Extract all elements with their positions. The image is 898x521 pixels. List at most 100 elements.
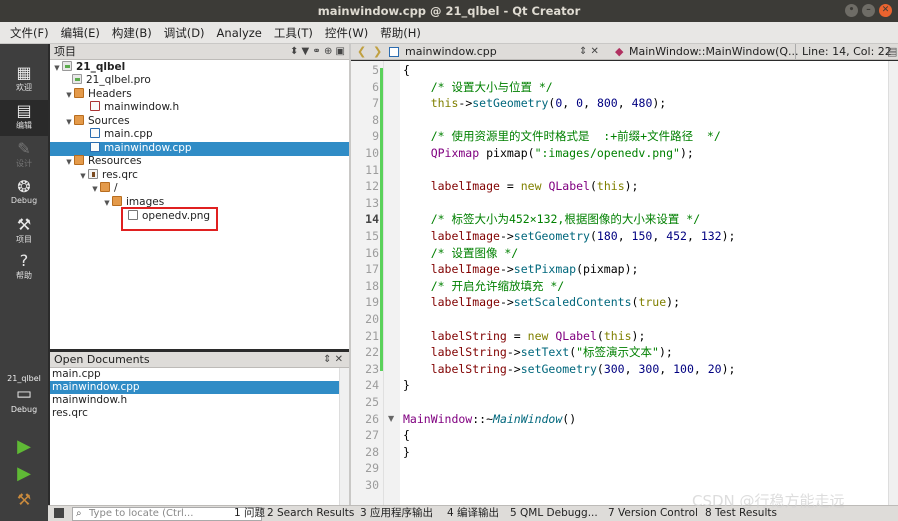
kit-selector[interactable]: 21_qlbel ▭ Debug <box>0 374 48 414</box>
tree-item-root-prefix[interactable]: ▼ / <box>50 182 349 196</box>
debug-run-icon[interactable]: ▶ <box>14 464 34 484</box>
code-token: new <box>527 328 549 343</box>
back-arrow-icon[interactable]: ❮ <box>357 44 366 59</box>
menu-widgets[interactable]: 控件(W) <box>319 22 374 44</box>
menu-help[interactable]: 帮助(H) <box>374 22 427 44</box>
output-tab-compile-output[interactable]: 4 编译输出 <box>447 506 499 521</box>
help-icon: ? <box>19 251 29 270</box>
tree-item-mainwindow-h[interactable]: mainwindow.h <box>50 101 349 115</box>
code-editor[interactable]: { /* 设置大小与位置 */ this->setGeometry(0, 0, … <box>400 61 888 505</box>
code-token: ); <box>666 295 680 310</box>
forward-arrow-icon[interactable]: ❯ <box>373 44 382 59</box>
code-token: 300 <box>638 361 660 376</box>
document-controls[interactable]: ⇕ ✕ <box>579 44 599 59</box>
expand-arrow-icon[interactable]: ▼ <box>102 197 112 211</box>
folder-icon <box>112 196 122 206</box>
menu-analyze[interactable]: Analyze <box>211 22 268 44</box>
code-token: } <box>403 444 410 459</box>
open-doc-item[interactable]: main.cpp <box>50 368 339 381</box>
monitor-icon: ▭ <box>15 384 33 404</box>
code-token: labelImage <box>403 262 500 277</box>
folder-icon <box>100 182 110 192</box>
run-icon[interactable]: ▶ <box>14 437 34 457</box>
tree-item-main-cpp[interactable]: main.cpp <box>50 128 349 142</box>
menu-tools[interactable]: 工具(T) <box>268 22 319 44</box>
code-token: , <box>652 229 667 243</box>
code-token: ); <box>652 96 667 111</box>
code-line: /* 设置图像 */ <box>403 245 519 262</box>
expand-arrow-icon[interactable]: ▼ <box>64 156 74 170</box>
open-documents-controls[interactable]: ⇕ ✕ <box>323 352 343 368</box>
editor-scrollbar[interactable] <box>888 61 898 505</box>
code-token: ( <box>589 179 597 194</box>
build-hammer-icon[interactable]: ⚒ <box>14 490 34 510</box>
output-tab-version-control[interactable]: 7 Version Control <box>608 506 698 521</box>
code-token: QLabel <box>555 328 597 343</box>
bug-icon: ❂ <box>17 177 31 196</box>
code-token: -> <box>506 345 521 360</box>
line-number: 26 <box>365 411 379 426</box>
menu-build[interactable]: 构建(B) <box>106 22 158 44</box>
tree-item-res-qrc[interactable]: ▼ res.qrc <box>50 169 349 183</box>
open-documents-scrollbar[interactable] <box>339 368 349 505</box>
line-number: 20 <box>365 312 379 326</box>
mode-label: 设计 <box>16 159 32 168</box>
tree-item-resources[interactable]: ▼ Resources <box>50 155 349 169</box>
expand-arrow-icon[interactable]: ▼ <box>90 183 100 197</box>
projects-pane-controls[interactable]: ⬍ ▼ ⚭ ⊕ ▣ <box>290 44 345 60</box>
tree-item-sources[interactable]: ▼ Sources <box>50 115 349 129</box>
document-selector[interactable]: mainwindow.cpp <box>405 44 497 59</box>
tree-item-project[interactable]: ▼ 21_qlbel <box>50 61 349 75</box>
code-token: ); <box>679 146 694 160</box>
open-doc-item[interactable]: mainwindow.h <box>50 394 339 407</box>
cursor-position[interactable]: Line: 14, Col: 22 <box>802 44 892 59</box>
mode-debug[interactable]: ❂ Debug <box>0 178 48 210</box>
tree-item-headers[interactable]: ▼ Headers <box>50 88 349 102</box>
edit-icon: ▤ <box>16 101 32 120</box>
code-line: labelString = new QLabel(this); <box>403 328 646 345</box>
mode-edit[interactable]: ▤ 编辑 <box>0 100 48 136</box>
menu-edit[interactable]: 编辑(E) <box>55 22 106 44</box>
menu-debug[interactable]: 调试(D) <box>158 22 211 44</box>
split-icon[interactable]: ▤ <box>887 44 897 59</box>
code-token: setPixmap <box>513 262 577 277</box>
code-token: MainWindow <box>403 411 473 426</box>
open-doc-item[interactable]: res.qrc <box>50 407 339 420</box>
code-token: ); <box>721 229 736 243</box>
mode-design[interactable]: ✎ 设计 <box>0 140 48 172</box>
code-line: /* 开启允许缩放填充 */ <box>403 278 565 295</box>
fold-margin[interactable]: ▼ <box>384 61 400 505</box>
mode-welcome[interactable]: ▦ 欢迎 <box>0 64 48 98</box>
symbol-selector[interactable]: MainWindow::MainWindow(Q... <box>629 44 799 59</box>
line-number: 10 <box>365 146 379 160</box>
open-doc-item[interactable]: mainwindow.cpp <box>50 381 339 394</box>
mode-help[interactable]: ? 帮助 <box>0 252 48 284</box>
output-tab-search-results[interactable]: 2 Search Results <box>267 506 354 521</box>
code-token: setGeometry <box>520 361 597 376</box>
project-tree: ▼ 21_qlbel 21_qlbel.pro ▼ Headers mainwind… <box>50 60 349 349</box>
minimize-button[interactable]: – <box>862 4 875 17</box>
fold-arrow-icon[interactable]: ▼ <box>388 414 394 423</box>
output-tab-app-output[interactable]: 3 应用程序输出 <box>360 506 433 521</box>
code-token: -> <box>506 361 521 376</box>
close-button[interactable]: ✕ <box>879 4 892 17</box>
cpp-file-icon <box>90 142 100 152</box>
output-tab-issues[interactable]: 1 问题 <box>234 506 265 521</box>
code-token: /* 开启允许缩放填充 */ <box>403 278 565 293</box>
code-token: ); <box>624 179 639 194</box>
code-token: , <box>583 96 597 111</box>
toggle-sidebar-icon[interactable] <box>54 508 64 518</box>
line-number: 13 <box>365 195 379 210</box>
window-menu-button[interactable]: • <box>845 4 858 17</box>
menu-file[interactable]: 文件(F) <box>4 22 55 44</box>
code-token: ); <box>721 361 736 376</box>
code-line: MainWindow::~MainWindow() <box>403 411 576 428</box>
mode-projects[interactable]: ⚒ 项目 <box>0 216 48 248</box>
line-number: 16 <box>365 245 379 260</box>
line-number: 25 <box>365 395 379 409</box>
code-token: -> <box>499 295 514 310</box>
tree-item-pro[interactable]: 21_qlbel.pro <box>50 74 349 88</box>
cpp-file-icon <box>90 128 100 138</box>
tree-item-mainwindow-cpp[interactable]: mainwindow.cpp <box>50 142 349 156</box>
output-tab-qml-debugger[interactable]: 5 QML Debugg... <box>510 506 598 521</box>
